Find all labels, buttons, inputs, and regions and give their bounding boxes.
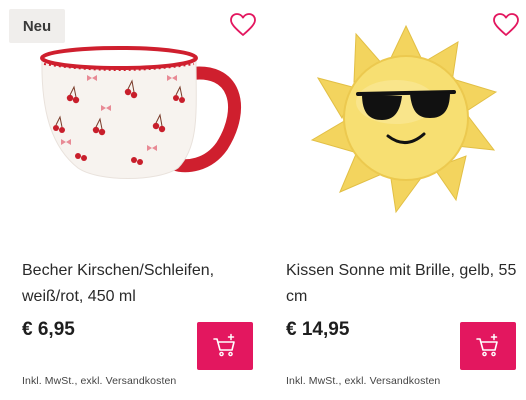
add-to-cart-button[interactable] <box>197 322 253 370</box>
cart-add-icon <box>213 333 235 357</box>
favorite-button[interactable] <box>492 12 520 38</box>
tax-note: Inkl. MwSt., exkl. Versandkosten <box>286 375 441 387</box>
product-price: € 6,95 <box>22 319 75 340</box>
product-name[interactable]: Becher Kirschen/Schleifen, weiß/rot, 450… <box>22 258 248 310</box>
heart-outline-icon[interactable] <box>492 12 520 38</box>
product-price: € 14,95 <box>286 319 350 340</box>
new-badge: Neu <box>9 9 65 43</box>
product-card: Neu Becher Kirschen/Schleifen, weiß/rot,… <box>0 0 258 400</box>
product-grid: Neu Becher Kirschen/Schleifen, weiß/rot,… <box>0 0 526 400</box>
product-name[interactable]: Kissen Sonne mit Brille, gelb, 55 cm <box>286 258 526 310</box>
add-to-cart-button[interactable] <box>460 322 516 370</box>
product-image-area[interactable] <box>268 0 526 232</box>
tax-note: Inkl. MwSt., exkl. Versandkosten <box>22 375 177 387</box>
favorite-button[interactable] <box>229 12 257 38</box>
product-card: Kissen Sonne mit Brille, gelb, 55 cm € 1… <box>268 0 526 400</box>
product-image[interactable] <box>306 22 506 214</box>
cart-add-icon <box>476 333 498 357</box>
heart-outline-icon[interactable] <box>229 12 257 38</box>
product-image[interactable] <box>36 38 246 188</box>
